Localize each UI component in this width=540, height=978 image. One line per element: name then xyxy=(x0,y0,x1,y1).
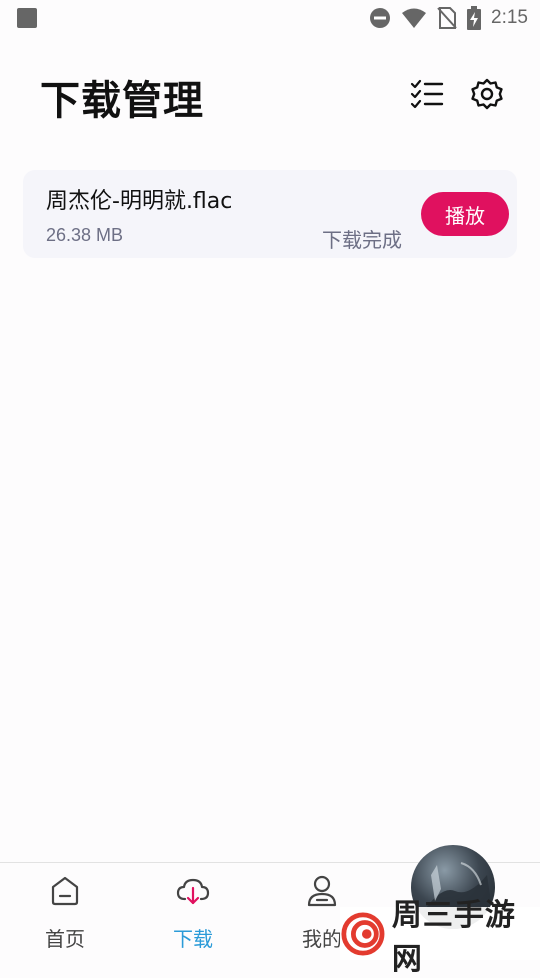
cloud-download-icon xyxy=(176,878,210,905)
nav-label-download: 下载 xyxy=(173,927,213,951)
home-icon xyxy=(51,876,79,906)
dnd-icon xyxy=(370,8,391,28)
status-time: 2:15 xyxy=(491,7,528,28)
play-button[interactable]: 播放 xyxy=(421,192,509,236)
download-item[interactable]: 周杰伦-明明就.flac 26.38 MB 下载完成 播放 xyxy=(23,170,517,258)
header: 下载管理 xyxy=(40,62,520,128)
no-sim-icon xyxy=(437,7,457,29)
watermark-logo-icon xyxy=(341,911,385,956)
nav-item-home[interactable]: 首页 xyxy=(0,863,130,961)
wifi-icon xyxy=(402,8,427,28)
checklist-icon xyxy=(410,79,444,109)
status-icons: 2:15 xyxy=(369,0,528,36)
download-status: 下载完成 xyxy=(322,228,402,252)
battery-charging-icon xyxy=(467,6,482,30)
nav-item-download[interactable]: 下载 xyxy=(128,863,258,961)
batch-select-button[interactable] xyxy=(408,76,446,114)
user-icon xyxy=(307,875,337,907)
nav-label-home: 首页 xyxy=(45,927,85,951)
settings-button[interactable] xyxy=(468,76,506,114)
file-name: 周杰伦-明明就.flac xyxy=(46,189,233,214)
watermark-text: 周三手游网 xyxy=(391,897,516,977)
watermark: 周三手游网 xyxy=(340,898,540,977)
page-title: 下载管理 xyxy=(40,78,204,124)
file-size: 26.38 MB xyxy=(46,225,124,245)
notification-icon xyxy=(17,8,37,28)
status-bar: 2:15 xyxy=(0,0,540,36)
gear-icon xyxy=(471,78,503,110)
